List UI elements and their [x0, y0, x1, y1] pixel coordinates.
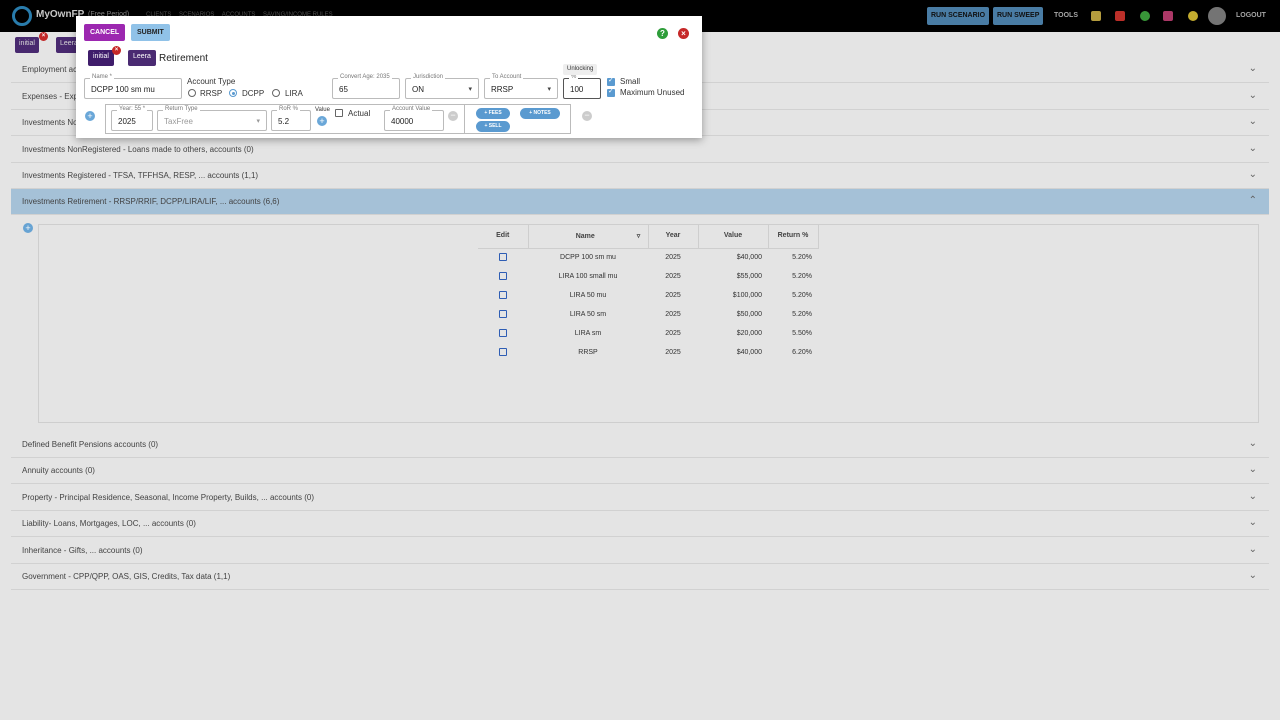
retirement-account-dialog: CANCEL SUBMIT ? × initial × Leera Retire… [76, 16, 702, 138]
submit-button[interactable]: SUBMIT [131, 24, 170, 41]
to-account-select[interactable]: To Account RRSP ▾ [484, 74, 558, 99]
name-field[interactable]: Name * DCPP 100 sm mu [84, 74, 182, 99]
dropdown-arrow-icon: ▾ [256, 118, 260, 125]
tag-initial[interactable]: initial [88, 50, 114, 66]
unlocking-percent-field[interactable]: % 100 [563, 74, 601, 99]
help-icon[interactable]: ? [657, 28, 668, 39]
radio-lira[interactable] [272, 89, 280, 97]
add-row-icon[interactable]: + [85, 111, 95, 121]
radio-dcpp[interactable] [229, 89, 237, 97]
dropdown-arrow-icon: ▾ [468, 86, 472, 93]
ror-field[interactable]: RoR % 5.2 [271, 106, 311, 131]
dropdown-arrow-icon: ▾ [547, 86, 551, 93]
remove-value-icon[interactable]: − [448, 111, 458, 121]
radio-rrsp[interactable] [188, 89, 196, 97]
jurisdiction-select[interactable]: Jurisdiction ON ▾ [405, 74, 479, 99]
convert-age-field[interactable]: Convert Age: 2035 65 [332, 74, 400, 99]
tag-leera[interactable]: Leera [128, 50, 156, 66]
add-value-icon[interactable]: + [317, 116, 327, 126]
remove-row-icon[interactable]: − [582, 111, 592, 121]
unlocking-tooltip: Unlocking [563, 64, 598, 75]
year-field[interactable]: Year: 55 * 2025 [111, 106, 153, 131]
account-type-label: Account Type [187, 77, 236, 86]
remove-tag-icon[interactable]: × [112, 46, 121, 55]
account-value-field[interactable]: Account Value 40000 [384, 106, 444, 131]
maximum-unused-checkbox[interactable] [607, 87, 615, 97]
small-checkbox[interactable] [607, 76, 615, 86]
actual-checkbox[interactable] [335, 109, 343, 117]
dialog-title: Retirement [159, 53, 208, 64]
return-type-select[interactable]: Return Type TaxFree ▾ [157, 106, 267, 131]
cancel-button[interactable]: CANCEL [84, 24, 126, 41]
close-icon[interactable]: × [678, 28, 689, 39]
divider [464, 104, 465, 134]
sell-button[interactable]: + SELL [476, 121, 510, 132]
fees-button[interactable]: + FEES [476, 108, 510, 119]
notes-button[interactable]: + NOTES [520, 108, 560, 119]
value-label: Value [315, 107, 330, 113]
